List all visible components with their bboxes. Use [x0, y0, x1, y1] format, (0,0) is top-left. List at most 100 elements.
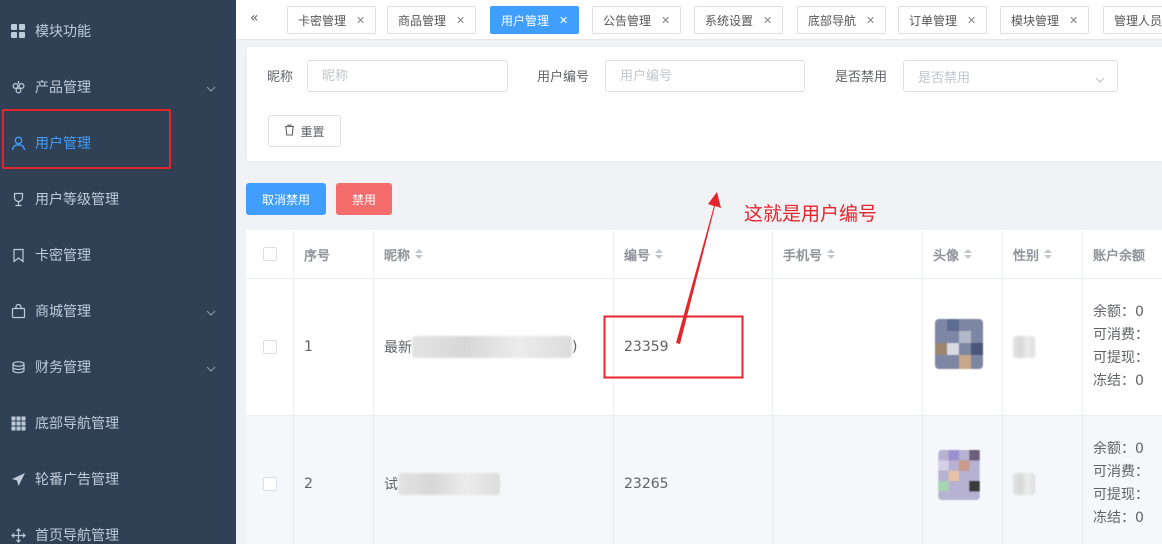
reset-button[interactable]: 重置 — [268, 115, 341, 147]
tab-label: 卡密管理 — [298, 13, 347, 28]
sidebar-item-finance[interactable]: 财务管理 — [0, 339, 236, 395]
sidebar-item-products[interactable]: 产品管理 — [0, 59, 236, 115]
sidebar-item-home-nav[interactable]: 首页导航管理 — [0, 507, 236, 544]
annotation-text: 这就是用户编号 — [744, 203, 878, 225]
sort-icon[interactable] — [827, 249, 836, 259]
column-header-label: 手机号 — [783, 248, 823, 264]
balance-line: 冻结：0 — [1093, 510, 1144, 526]
sort-icon[interactable] — [415, 249, 424, 259]
move-icon — [10, 527, 26, 543]
row-checkbox-cell — [246, 416, 294, 544]
unban-button[interactable]: 取消禁用 — [246, 183, 326, 215]
banned-label: 是否禁用 — [835, 70, 888, 85]
balance-line: 余额：0 — [1093, 441, 1144, 457]
ban-button[interactable]: 禁用 — [336, 183, 392, 215]
column-header-index: 序号 — [294, 230, 374, 279]
row-checkbox[interactable] — [262, 340, 277, 354]
row-user-id: 23359 — [614, 279, 773, 416]
sidebar-item-label: 底部导航管理 — [35, 416, 119, 432]
balance-line: 冻结：0 — [1093, 373, 1144, 389]
search-panel: 昵称 用户编号 是否禁用 是否禁用 重置 — [246, 46, 1162, 162]
sidebar-item-label: 模块功能 — [35, 24, 91, 40]
trash-icon — [284, 123, 295, 139]
user-icon — [10, 135, 26, 151]
nickname-prefix: 试 — [384, 477, 398, 493]
close-icon[interactable]: ✕ — [763, 14, 772, 27]
bag-icon — [10, 303, 26, 319]
sidebar-item-users[interactable]: 用户管理 — [0, 115, 236, 171]
sidebar-item-cards[interactable]: 卡密管理 — [0, 227, 236, 283]
coins-icon — [10, 359, 26, 375]
row-checkbox-cell — [246, 279, 294, 416]
column-header-label: 性别 — [1013, 248, 1040, 264]
nickname-suffix: ) — [572, 339, 578, 355]
row-gender — [1003, 416, 1083, 544]
sidebar-item-label: 产品管理 — [35, 80, 91, 96]
tab-settings[interactable]: 系统设置 ✕ — [694, 6, 784, 34]
sidebar-item-user-levels[interactable]: 用户等级管理 — [0, 171, 236, 227]
row-index: 2 — [294, 416, 374, 544]
tab-cards[interactable]: 卡密管理 ✕ — [287, 6, 377, 34]
sidebar-item-modules[interactable]: 模块功能 — [0, 3, 236, 59]
users-table: 序号 昵称 编号 手机号 头像 性别 账户余额 1 最新 ) 23359 余额：… — [246, 230, 1162, 544]
tab-admins[interactable]: 管理人员 — [1103, 6, 1162, 34]
balance-line: 可提现： — [1093, 487, 1149, 503]
tab-orders[interactable]: 订单管理 ✕ — [898, 6, 988, 34]
tab-notices[interactable]: 公告管理 ✕ — [592, 6, 682, 34]
tab-users[interactable]: 用户管理 ✕ — [490, 6, 580, 34]
sort-icon[interactable] — [1044, 249, 1053, 259]
select-all-checkbox[interactable] — [262, 247, 277, 261]
close-icon[interactable]: ✕ — [559, 14, 568, 27]
row-avatar-cell — [923, 279, 1003, 416]
tab-bottom-nav[interactable]: 底部导航 ✕ — [797, 6, 887, 34]
close-icon[interactable]: ✕ — [1069, 14, 1078, 27]
row-balance: 余额：0 可消费： 可提现： 冻结：0 — [1083, 416, 1162, 544]
column-header-gender[interactable]: 性别 — [1003, 230, 1083, 279]
redacted-nickname — [412, 336, 572, 358]
row-checkbox[interactable] — [262, 477, 277, 491]
sidebar-item-carousel-ads[interactable]: 轮番广告管理 — [0, 451, 236, 507]
tab-modules[interactable]: 模块管理 ✕ — [1000, 6, 1090, 34]
collapse-tabs-icon[interactable]: « — [250, 10, 259, 26]
select-all-cell — [246, 230, 294, 279]
column-header-nickname[interactable]: 昵称 — [374, 230, 614, 279]
row-phone — [773, 416, 923, 544]
sidebar-item-label: 财务管理 — [35, 360, 91, 376]
row-avatar-cell — [923, 416, 1003, 544]
sort-icon[interactable] — [655, 249, 664, 259]
column-header-label: 昵称 — [384, 248, 411, 264]
banned-select[interactable]: 是否禁用 — [903, 60, 1118, 92]
close-icon[interactable]: ✕ — [456, 14, 465, 27]
sidebar-item-bottom-nav[interactable]: 底部导航管理 — [0, 395, 236, 451]
close-icon[interactable]: ✕ — [866, 14, 875, 27]
tab-label: 公告管理 — [603, 13, 652, 28]
row-balance: 余额：0 可消费： 可提现： 冻结：0 — [1083, 279, 1162, 416]
bookmark-icon — [10, 247, 26, 263]
sort-icon[interactable] — [964, 249, 973, 259]
sidebar-item-label: 商城管理 — [35, 304, 91, 320]
row-nickname: 最新 ) — [374, 279, 614, 416]
trophy-icon — [10, 191, 26, 207]
userid-input[interactable] — [605, 60, 805, 92]
close-icon[interactable]: ✕ — [661, 14, 670, 27]
balance-line: 可消费： — [1093, 464, 1149, 480]
reset-button-label: 重置 — [300, 124, 325, 139]
sidebar-item-label: 卡密管理 — [35, 248, 91, 264]
tab-goods[interactable]: 商品管理 ✕ — [387, 6, 477, 34]
close-icon[interactable]: ✕ — [356, 14, 365, 27]
column-header-balance: 账户余额 — [1083, 230, 1162, 279]
redacted-gender — [1013, 473, 1035, 495]
column-header-id[interactable]: 编号 — [614, 230, 773, 279]
balance-line: 可消费： — [1093, 327, 1149, 343]
row-index: 1 — [294, 279, 374, 416]
balance-line: 余额：0 — [1093, 304, 1144, 320]
tab-label: 商品管理 — [398, 13, 447, 28]
sidebar-item-mall[interactable]: 商城管理 — [0, 283, 236, 339]
grape-icon — [10, 79, 26, 95]
close-icon[interactable]: ✕ — [967, 14, 976, 27]
column-header-avatar[interactable]: 头像 — [923, 230, 1003, 279]
nickname-input[interactable] — [307, 60, 508, 92]
sidebar-item-label: 用户等级管理 — [35, 192, 119, 208]
avatar — [938, 450, 980, 500]
column-header-phone[interactable]: 手机号 — [773, 230, 923, 279]
